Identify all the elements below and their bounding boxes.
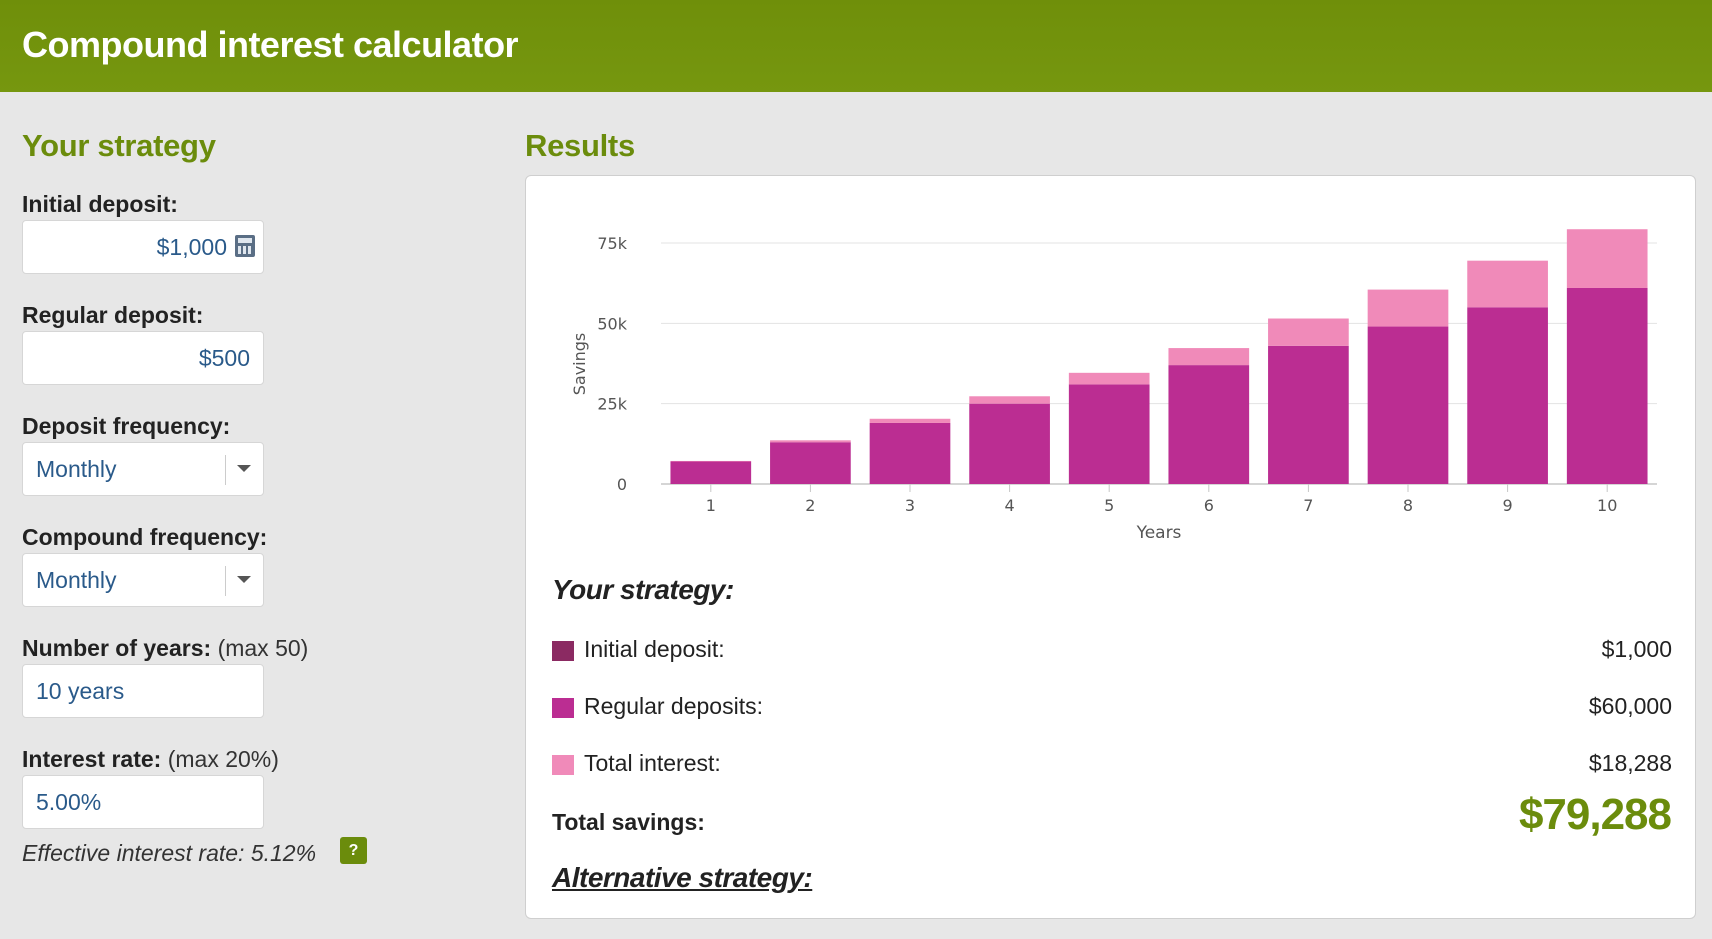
years-value: 10 years (36, 678, 125, 704)
x-tick-label: 5 (1104, 496, 1114, 515)
total-savings-label: Total savings: (552, 809, 705, 835)
bar-total-interest (670, 460, 752, 462)
regular-deposit-value: $500 (198, 345, 250, 371)
y-tick-label: 25k (597, 395, 627, 414)
calculator-icon[interactable] (235, 235, 255, 257)
interest-rate-label-text: Interest rate: (22, 746, 162, 772)
bar-total-interest (1268, 318, 1349, 346)
bar-total-interest (770, 440, 851, 443)
bar-regular-deposits (1068, 384, 1150, 484)
regular-deposit-input[interactable]: $500 (22, 331, 264, 385)
legend-row-regular-deposits: Regular deposits: $60,000 (552, 693, 1672, 723)
bar-total-interest (969, 396, 1050, 404)
x-tick-label: 9 (1503, 496, 1513, 515)
bar-total-interest (1367, 289, 1449, 327)
bar-regular-deposits (1168, 365, 1250, 484)
regular-deposits-swatch (552, 698, 574, 718)
bar-regular-deposits (869, 422, 951, 484)
initial-deposit-input[interactable]: $1,000 (22, 220, 264, 274)
results-title: Results (525, 128, 635, 163)
deposit-frequency-label: Deposit frequency: (22, 413, 231, 439)
years-label: Number of years: (max 50) (22, 635, 308, 662)
legend-label: Initial deposit: (584, 636, 725, 662)
x-axis-label: Years (1136, 523, 1182, 543)
legend-label: Total interest: (584, 750, 721, 776)
y-tick-label: 50k (597, 314, 627, 333)
bar-regular-deposits (1467, 307, 1548, 484)
legend-row-initial-deposit: Initial deposit: $1,000 (552, 636, 1672, 666)
legend-value: $60,000 (1588, 693, 1672, 719)
interest-rate-label: Interest rate: (max 20%) (22, 746, 279, 773)
y-axis-label: Savings (570, 333, 589, 396)
bar-regular-deposits (1268, 345, 1349, 484)
chevron-down-icon[interactable] (237, 465, 251, 472)
x-tick-label: 1 (706, 496, 716, 515)
compound-frequency-label: Compound frequency: (22, 524, 268, 550)
chevron-down-icon[interactable] (237, 576, 251, 583)
legend-row-total-interest: Total interest: $18,288 (552, 750, 1672, 780)
deposit-frequency-select[interactable]: Monthly (22, 442, 264, 496)
bar-total-interest (1168, 348, 1250, 366)
y-tick-label: 75k (597, 234, 627, 253)
bar-regular-deposits (1367, 326, 1449, 484)
total-interest-swatch (552, 755, 574, 775)
page-title: Compound interest calculator (22, 24, 519, 65)
interest-rate-hint: (max 20%) (167, 746, 279, 772)
total-savings-value: $79,288 (1518, 790, 1672, 839)
select-divider (225, 566, 226, 596)
savings-chart: 0 25k 50k 75k 1 2 3 4 5 6 7 8 9 10 Years Savings (570, 229, 1657, 543)
interest-rate-value: 5.00% (36, 789, 102, 815)
regular-deposit-label: Regular deposit: (22, 302, 204, 328)
years-input[interactable]: 10 years (22, 664, 264, 718)
interest-rate-input[interactable]: 5.00% (22, 775, 264, 829)
initial-deposit-value: $1,000 (156, 234, 227, 260)
initial-deposit-swatch (552, 641, 574, 661)
x-tick-label: 3 (905, 496, 915, 515)
initial-deposit-label: Initial deposit: (22, 191, 178, 217)
results-card: 0 25k 50k 75k 1 2 3 4 5 6 7 8 9 10 Years Savings Your s… (525, 175, 1696, 919)
bar-regular-deposits (770, 442, 851, 484)
bar-total-interest (869, 418, 951, 423)
legend-value: $1,000 (1601, 636, 1672, 662)
strategy-panel-title: Your strategy (22, 128, 216, 163)
compound-frequency-select[interactable]: Monthly (22, 553, 264, 607)
bar-total-interest (1566, 229, 1648, 288)
results-strategy-heading: Your strategy: (552, 574, 734, 605)
legend-label: Regular deposits: (584, 693, 763, 719)
x-tick-label: 8 (1403, 496, 1413, 515)
x-tick-label: 4 (1005, 496, 1015, 515)
y-tick-label: 0 (617, 475, 627, 494)
years-hint: (max 50) (217, 635, 309, 661)
alternative-strategy-link[interactable]: Alternative strategy: (552, 862, 813, 894)
compound-frequency-value: Monthly (36, 567, 117, 593)
bar-total-interest (1467, 260, 1548, 308)
select-divider (225, 455, 226, 485)
bar-total-interest (1068, 372, 1150, 385)
bar-regular-deposits (670, 461, 752, 484)
x-tick-label: 2 (805, 496, 815, 515)
x-tick-label: 10 (1597, 496, 1617, 515)
effective-interest-rate: Effective interest rate: 5.12% (22, 840, 317, 866)
bar-regular-deposits (1566, 287, 1648, 484)
x-tick-label: 7 (1303, 496, 1313, 515)
help-button[interactable]: ? (340, 837, 367, 864)
bar-regular-deposits (969, 403, 1050, 484)
header-bar: Compound interest calculator (0, 0, 1712, 92)
x-tick-label: 6 (1204, 496, 1214, 515)
deposit-frequency-value: Monthly (36, 456, 117, 482)
legend-value: $18,288 (1588, 750, 1672, 776)
years-label-text: Number of years: (22, 635, 212, 661)
